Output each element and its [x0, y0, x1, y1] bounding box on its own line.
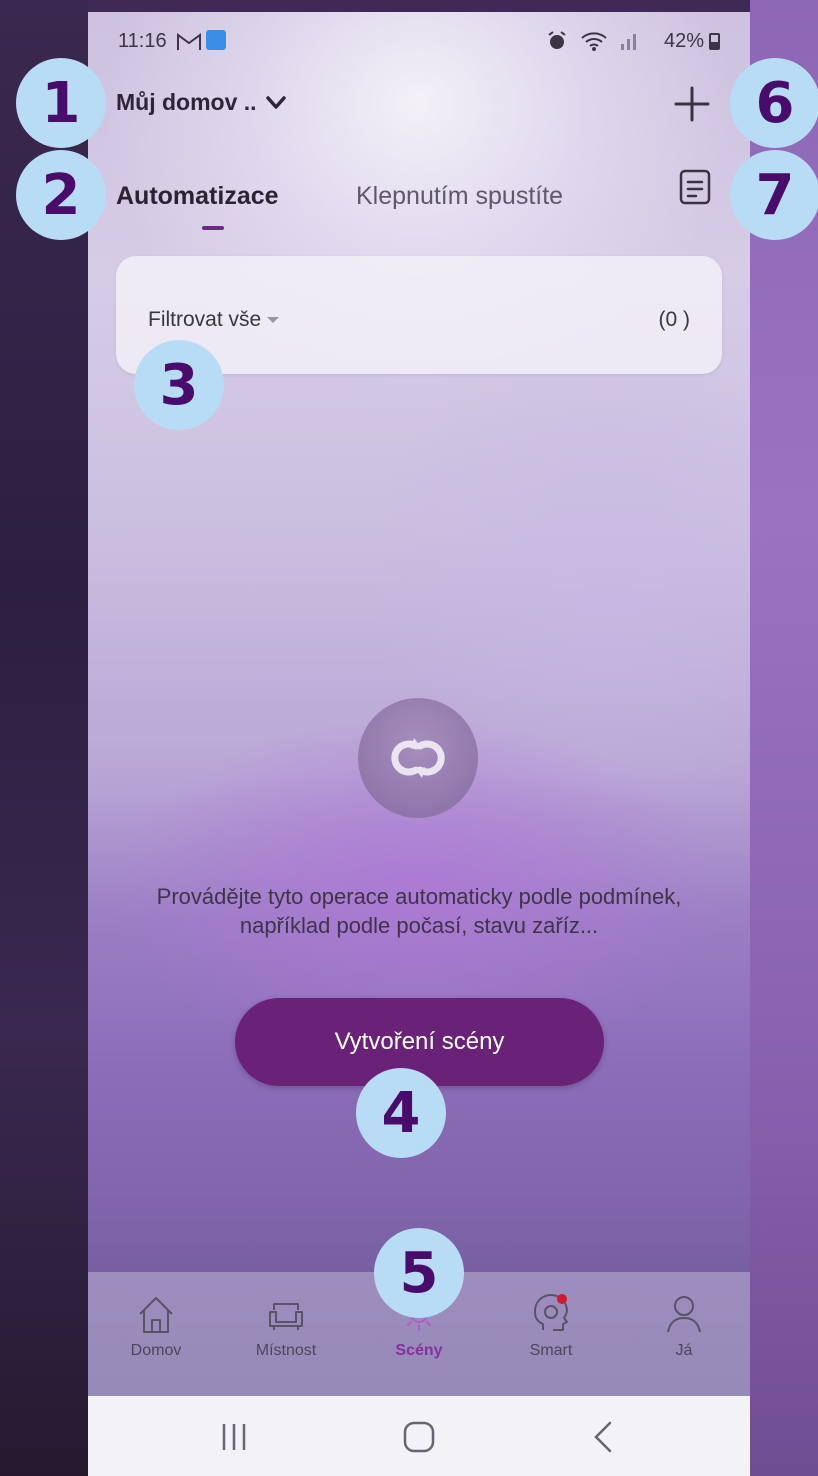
nav-label-smart: Smart: [529, 1342, 573, 1359]
header: Můj domov ..: [116, 89, 287, 116]
back-icon[interactable]: [574, 1420, 634, 1454]
annotation-badge-3: 3: [134, 340, 224, 430]
home-selector-button[interactable]: Můj domov ..: [116, 89, 287, 116]
alarm-icon: [546, 30, 568, 58]
system-navigation-bar: [88, 1396, 750, 1476]
annotation-badge-2: 2: [16, 150, 106, 240]
nav-label-home: Domov: [130, 1342, 182, 1359]
nav-me[interactable]: Já: [624, 1272, 744, 1396]
recent-apps-icon[interactable]: [204, 1420, 264, 1454]
annotation-badge-4: 4: [356, 1068, 446, 1158]
tab-bar: Automatizace Klepnutím spustíte: [116, 182, 716, 242]
annotation-badge-7: 7: [730, 150, 818, 240]
filter-dropdown[interactable]: Filtrovat vše: [148, 308, 280, 332]
signal-icon: [618, 30, 642, 58]
nav-smart[interactable]: Smart: [491, 1272, 611, 1396]
log-button[interactable]: [678, 168, 712, 206]
gmail-icon: [176, 32, 202, 58]
home-icon: [139, 1297, 173, 1333]
chevron-down-icon: [265, 95, 286, 109]
tab-automation[interactable]: Automatizace: [116, 182, 279, 211]
status-bar: 11:16 42%: [118, 30, 720, 60]
armchair-icon: [269, 1303, 303, 1330]
document-icon: [679, 169, 711, 205]
plus-icon: [674, 86, 710, 122]
annotation-badge-1: 1: [16, 58, 106, 148]
empty-state-text: Provádějte tyto operace automaticky podl…: [156, 884, 682, 938]
caret-down-icon: [267, 317, 280, 324]
home-name: Můj domov ..: [116, 89, 257, 115]
tab-tap-to-run[interactable]: Klepnutím spustíte: [356, 182, 563, 211]
user-icon: [667, 1296, 701, 1333]
battery-icon: [709, 33, 720, 50]
brain-icon: [533, 1294, 568, 1331]
loop-sync-icon: [358, 698, 478, 818]
annotation-badge-5: 5: [374, 1228, 464, 1318]
app-notification-icon: [206, 30, 226, 50]
nav-label-me: Já: [675, 1342, 693, 1359]
battery-percent: 42%: [663, 30, 704, 52]
nav-label-room: Místnost: [255, 1342, 317, 1359]
add-button[interactable]: [672, 84, 712, 124]
nav-label-scenes: Scény: [395, 1342, 443, 1359]
filter-label: Filtrovat vše: [148, 308, 262, 331]
nav-home[interactable]: Domov: [96, 1272, 216, 1396]
active-tab-indicator: [202, 226, 224, 230]
nav-room[interactable]: Místnost: [226, 1272, 346, 1396]
filter-count: (0 ): [658, 308, 691, 331]
status-time: 11:16: [118, 30, 167, 52]
wifi-icon: [580, 30, 610, 58]
annotation-badge-6: 6: [730, 58, 818, 148]
home-system-icon[interactable]: [389, 1420, 449, 1454]
